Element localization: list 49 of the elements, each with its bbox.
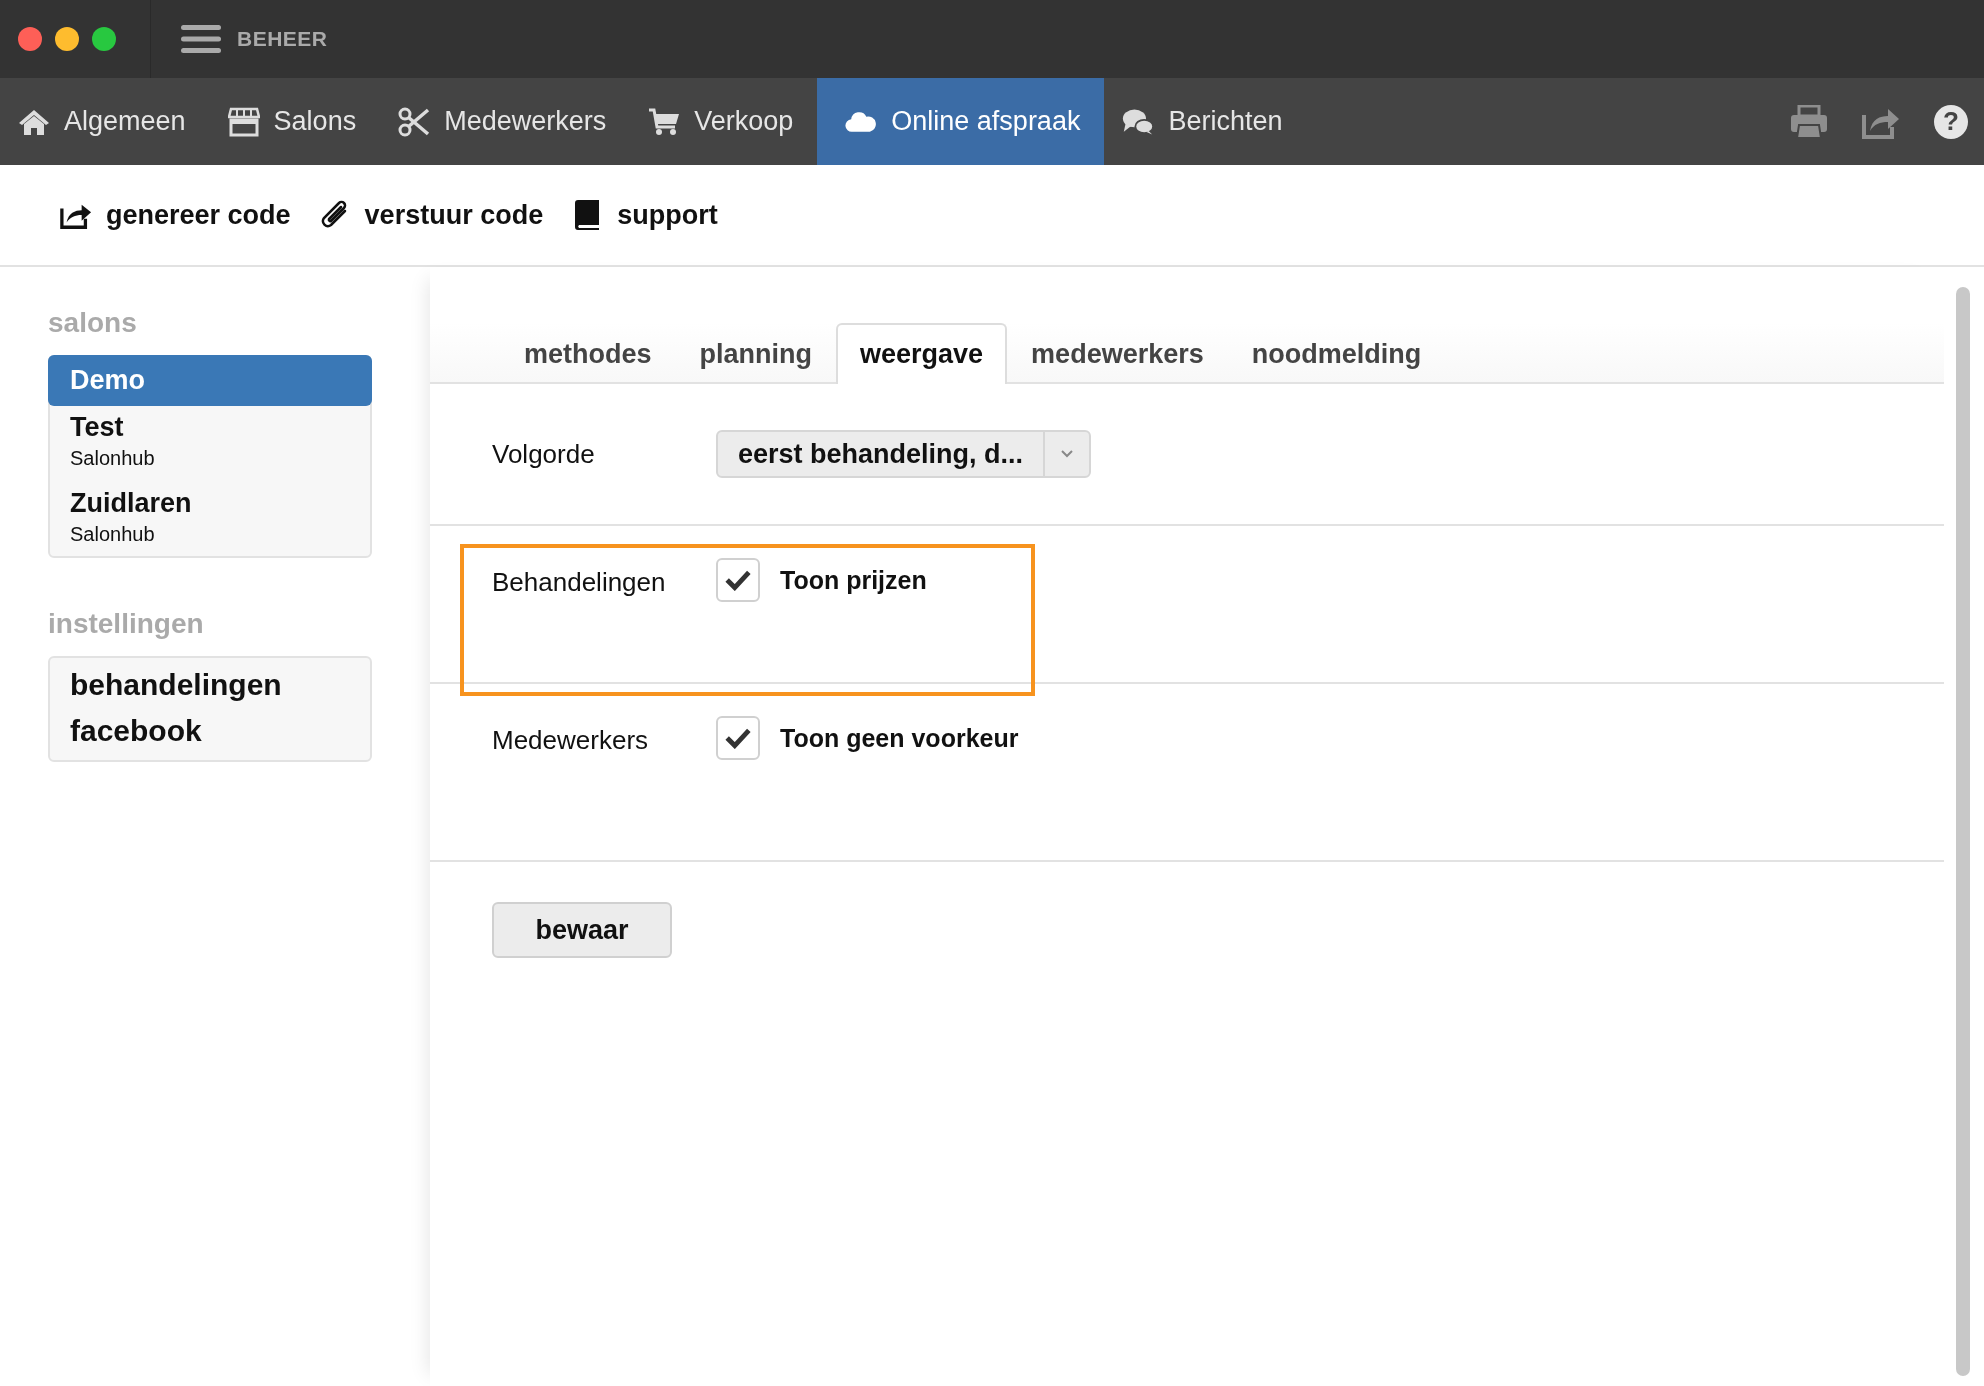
nav-tab[interactable]: Online afspraak — [817, 78, 1105, 165]
salon-name: Demo — [70, 365, 146, 396]
salon-name: Zuidlaren — [70, 488, 193, 519]
tab[interactable]: noodmelding — [1227, 323, 1446, 384]
checkbox-label: Toon prijzen — [780, 565, 927, 596]
checkmark-icon — [725, 569, 751, 591]
checkmark-icon — [725, 727, 751, 749]
salon-name: Test — [70, 412, 125, 443]
checkbox[interactable] — [716, 558, 760, 602]
window-title: BEHEER — [237, 27, 328, 51]
salon-item[interactable]: Test Salonhub — [50, 404, 370, 480]
field-label: Volgorde — [492, 438, 596, 471]
field-label: Behandelingen — [492, 566, 667, 599]
scrollbar[interactable] — [1956, 287, 1970, 1376]
settings-link[interactable]: facebook — [50, 708, 370, 754]
nav-tab[interactable]: Salons — [209, 78, 381, 165]
nav-tab[interactable]: Algemeen — [0, 78, 210, 165]
cart-icon — [648, 106, 681, 137]
checkbox-label: Toon geen voorkeur — [780, 723, 1019, 754]
zoom-button[interactable] — [92, 27, 116, 51]
save-button[interactable]: bewaar — [492, 902, 672, 958]
salon-subtitle: Salonhub — [70, 523, 156, 546]
nav-tab[interactable]: Verkoop — [630, 78, 818, 165]
help-button[interactable]: ? — [1934, 104, 1968, 139]
salon-item[interactable]: Zuidlaren Salonhub — [50, 480, 370, 556]
tab[interactable]: planning — [675, 323, 836, 384]
settings-link[interactable]: behandelingen — [50, 662, 370, 708]
section-heading: salons — [48, 307, 138, 339]
nav-tab[interactable]: Medewerkers — [380, 78, 631, 165]
menu-icon[interactable] — [181, 25, 221, 53]
section-heading: instellingen — [48, 608, 205, 640]
dropdown[interactable]: eerst behandeling, d... — [716, 430, 1092, 478]
field-label: Medewerkers — [492, 724, 650, 757]
checkbox[interactable] — [716, 716, 760, 760]
toolbar-button[interactable]: support — [571, 199, 718, 231]
printer-icon[interactable] — [1790, 104, 1828, 139]
caret-icon — [1060, 449, 1075, 459]
toolbar-button[interactable]: genereer code — [60, 199, 291, 231]
salon-item[interactable]: Demo — [48, 355, 372, 406]
tab[interactable]: methodes — [500, 323, 676, 384]
scissors-icon — [398, 106, 431, 137]
nav-tab[interactable]: Berichten — [1104, 78, 1307, 165]
store-icon — [227, 106, 260, 137]
close-button[interactable] — [18, 27, 42, 51]
salon-subtitle: Salonhub — [70, 447, 156, 470]
minimize-button[interactable] — [55, 27, 79, 51]
tab[interactable]: weergave — [836, 323, 1008, 384]
toolbar-button[interactable]: verstuur code — [318, 199, 544, 231]
tab[interactable]: medewerkers — [1007, 323, 1228, 384]
